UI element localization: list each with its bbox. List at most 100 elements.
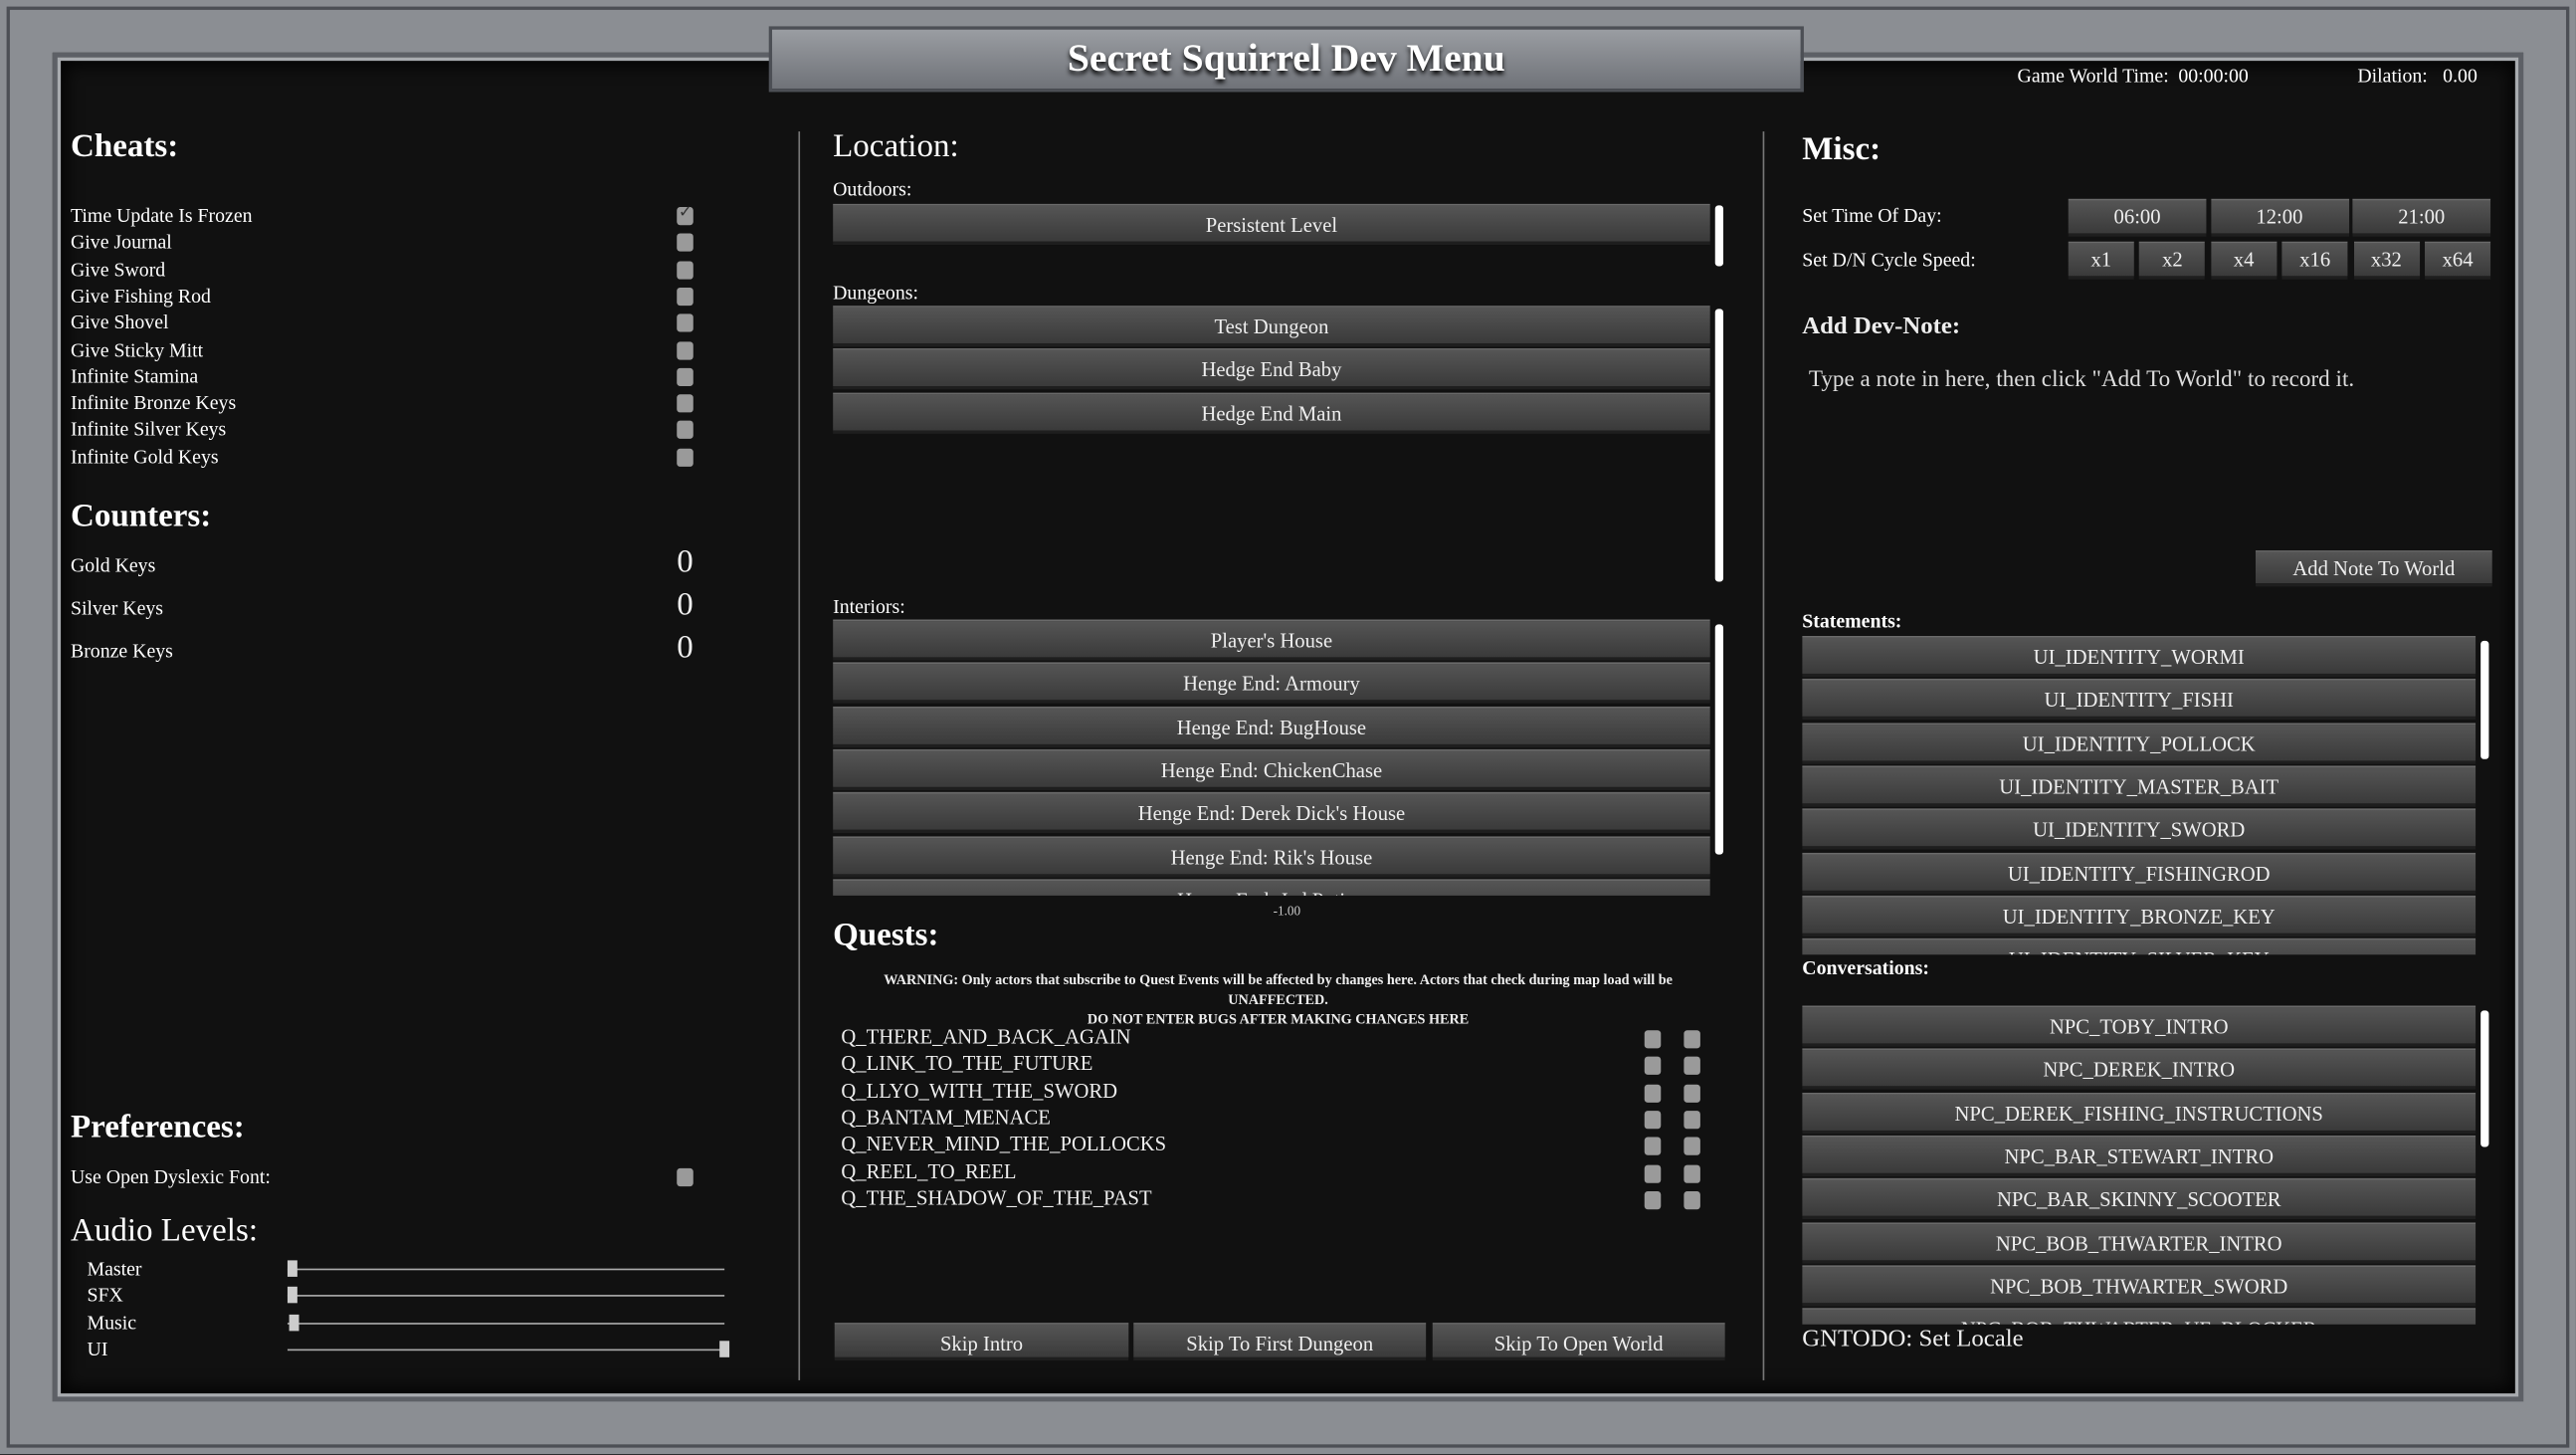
- audio-slider[interactable]: [287, 1287, 725, 1304]
- audio-slider[interactable]: [287, 1260, 725, 1277]
- dyslexic-font-checkbox[interactable]: [677, 1167, 694, 1187]
- cheat-checkbox[interactable]: [677, 421, 694, 440]
- cheat-checkbox[interactable]: [677, 367, 694, 386]
- cheat-checkbox[interactable]: [677, 204, 694, 226]
- list-item-button[interactable]: Henge End: BugHouse: [833, 706, 1710, 747]
- quest-checkbox-b[interactable]: [1684, 1084, 1700, 1103]
- outdoors-label: Outdoors:: [833, 177, 912, 201]
- cycle-speed-button[interactable]: x2: [2139, 241, 2206, 280]
- outdoors-scrollbar[interactable]: [1714, 205, 1724, 267]
- list-item-button[interactable]: UI_IDENTITY_FISHINGROD: [1802, 852, 2477, 894]
- list-item-button[interactable]: Henge End: Jed Potion: [833, 879, 1710, 896]
- audio-label: Master: [87, 1257, 142, 1281]
- cycle-speed-button[interactable]: x4: [2211, 241, 2278, 280]
- list-item-button[interactable]: NPC_DEREK_INTRO: [1802, 1048, 2477, 1091]
- dyslexic-font-label: Use Open Dyslexic Font:: [70, 1164, 271, 1188]
- quest-checkbox-b[interactable]: [1684, 1137, 1700, 1156]
- list-item-button[interactable]: Hedge End Main: [833, 391, 1710, 434]
- cycle-speed-button[interactable]: x64: [2425, 241, 2491, 280]
- cycle-speed-button[interactable]: x1: [2068, 241, 2134, 280]
- audio-slider[interactable]: [287, 1314, 725, 1332]
- list-item-button[interactable]: NPC_BOB_THWARTER_INTRO: [1802, 1221, 2477, 1263]
- list-item-button[interactable]: Player's House: [833, 619, 1710, 661]
- list-item-button[interactable]: Henge End: Derek Dick's House: [833, 792, 1710, 834]
- slider-handle[interactable]: [719, 1341, 730, 1358]
- quest-checkbox-b[interactable]: [1684, 1030, 1700, 1049]
- list-item-button[interactable]: Persistent Level: [833, 203, 1710, 246]
- devnote-input[interactable]: Type a note in here, then click "Add To …: [1802, 361, 2491, 533]
- cheat-checkbox[interactable]: [677, 448, 694, 467]
- list-item-button[interactable]: UI_IDENTITY_FISHI: [1802, 679, 2477, 721]
- quest-name: Q_THE_SHADOW_OF_THE_PAST: [841, 1185, 1152, 1209]
- cheat-checkbox[interactable]: [677, 233, 694, 253]
- misc-heading: Misc:: [1802, 131, 1882, 168]
- list-item-button[interactable]: UI_IDENTITY_BRONZE_KEY: [1802, 895, 2477, 936]
- quest-checkbox-a[interactable]: [1644, 1137, 1662, 1156]
- audio-slider[interactable]: [287, 1341, 730, 1358]
- quest-checkbox-b[interactable]: [1684, 1110, 1700, 1130]
- list-item-button[interactable]: Hedge End Baby: [833, 348, 1710, 390]
- skip-open-world-button[interactable]: Skip To Open World: [1432, 1323, 1725, 1361]
- list-item-button[interactable]: UI_IDENTITY_WORMI: [1802, 635, 2477, 678]
- list-item-button[interactable]: UI_IDENTITY_MASTER_BAIT: [1802, 765, 2477, 807]
- add-note-button[interactable]: Add Note To World: [2255, 550, 2492, 587]
- time-of-day-button[interactable]: 21:00: [2352, 198, 2491, 237]
- slider-handle[interactable]: [287, 1260, 297, 1277]
- skip-intro-button[interactable]: Skip Intro: [834, 1323, 1129, 1361]
- cycle-speed-button[interactable]: x32: [2353, 241, 2420, 280]
- quest-checkbox-a[interactable]: [1644, 1190, 1662, 1209]
- quest-checkbox-a[interactable]: [1644, 1110, 1662, 1130]
- list-item-button[interactable]: Henge End: Armoury: [833, 662, 1710, 705]
- dilation-value: 0.00: [2443, 64, 2477, 88]
- dungeons-label: Dungeons:: [833, 281, 918, 305]
- list-item-button[interactable]: NPC_BAR_STEWART_INTRO: [1802, 1135, 2477, 1177]
- locale-todo: GNTODO: Set Locale: [1802, 1326, 2024, 1352]
- cheat-checkbox[interactable]: [677, 260, 694, 280]
- conversations-scrollbar[interactable]: [2480, 1010, 2489, 1147]
- list-item-button[interactable]: NPC_BOB_THWARTER_SWORD: [1802, 1265, 2477, 1307]
- list-item-button[interactable]: NPC_DEREK_FISHING_INSTRUCTIONS: [1802, 1092, 2477, 1134]
- counter-label: Bronze Keys: [70, 639, 173, 663]
- list-item-button[interactable]: UI_IDENTITY_POLLOCK: [1802, 722, 2477, 764]
- dungeons-scrollbar[interactable]: [1714, 309, 1724, 582]
- cheat-checkbox[interactable]: [677, 340, 694, 359]
- counter-label: Gold Keys: [70, 553, 156, 577]
- list-item-button[interactable]: NPC_TOBY_INTRO: [1802, 1005, 2477, 1047]
- quest-checkbox-b[interactable]: [1684, 1190, 1700, 1209]
- skip-first-dungeon-button[interactable]: Skip To First Dungeon: [1133, 1323, 1427, 1361]
- list-item-button[interactable]: Henge End: Rik's House: [833, 835, 1710, 877]
- list-item-button[interactable]: NPC_BOB_THWARTER_UF_BLOCKER: [1802, 1308, 2477, 1325]
- counter-value: 0: [677, 586, 694, 623]
- slider-handle[interactable]: [290, 1314, 300, 1332]
- devnote-heading: Add Dev-Note:: [1802, 313, 1961, 340]
- quest-name: Q_LINK_TO_THE_FUTURE: [841, 1052, 1093, 1076]
- cycle-speed-label: Set D/N Cycle Speed:: [1802, 248, 1976, 272]
- quest-checkbox-a[interactable]: [1644, 1084, 1662, 1103]
- quest-checkbox-b[interactable]: [1684, 1163, 1700, 1182]
- list-item-button[interactable]: Test Dungeon: [833, 306, 1710, 347]
- list-item-button[interactable]: UI_IDENTITY_SILVER_KEY: [1802, 937, 2477, 955]
- list-item-button[interactable]: UI_IDENTITY_SWORD: [1802, 808, 2477, 850]
- time-of-day-button[interactable]: 12:00: [2210, 198, 2349, 237]
- cheat-label: Time Update Is Frozen: [70, 203, 253, 227]
- quest-checkbox-a[interactable]: [1644, 1030, 1662, 1049]
- cheat-checkbox[interactable]: [677, 287, 694, 306]
- location-heading: Location:: [833, 127, 959, 165]
- game-world-time-label: Game World Time:: [2017, 64, 2169, 88]
- quest-checkbox-b[interactable]: [1684, 1057, 1700, 1076]
- slider-handle[interactable]: [287, 1287, 297, 1304]
- cycle-speed-button[interactable]: x16: [2281, 241, 2348, 280]
- statements-label: Statements:: [1802, 609, 1902, 633]
- cheat-label: Infinite Bronze Keys: [70, 391, 237, 415]
- time-of-day-button[interactable]: 06:00: [2068, 198, 2207, 237]
- statements-scrollbar[interactable]: [2480, 640, 2489, 759]
- quest-name: Q_THERE_AND_BACK_AGAIN: [841, 1025, 1131, 1049]
- interiors-scrollbar[interactable]: [1714, 624, 1724, 855]
- list-item-button[interactable]: Henge End: ChickenChase: [833, 748, 1710, 790]
- cheat-checkbox[interactable]: [677, 394, 694, 413]
- list-item-button[interactable]: NPC_BAR_SKINNY_SCOOTER: [1802, 1178, 2477, 1220]
- cheat-checkbox[interactable]: [677, 313, 694, 332]
- quest-checkbox-a[interactable]: [1644, 1163, 1662, 1182]
- quest-checkbox-a[interactable]: [1644, 1057, 1662, 1076]
- dev-menu: Secret Squirrel Dev Menu Game World Time…: [0, 0, 2576, 1455]
